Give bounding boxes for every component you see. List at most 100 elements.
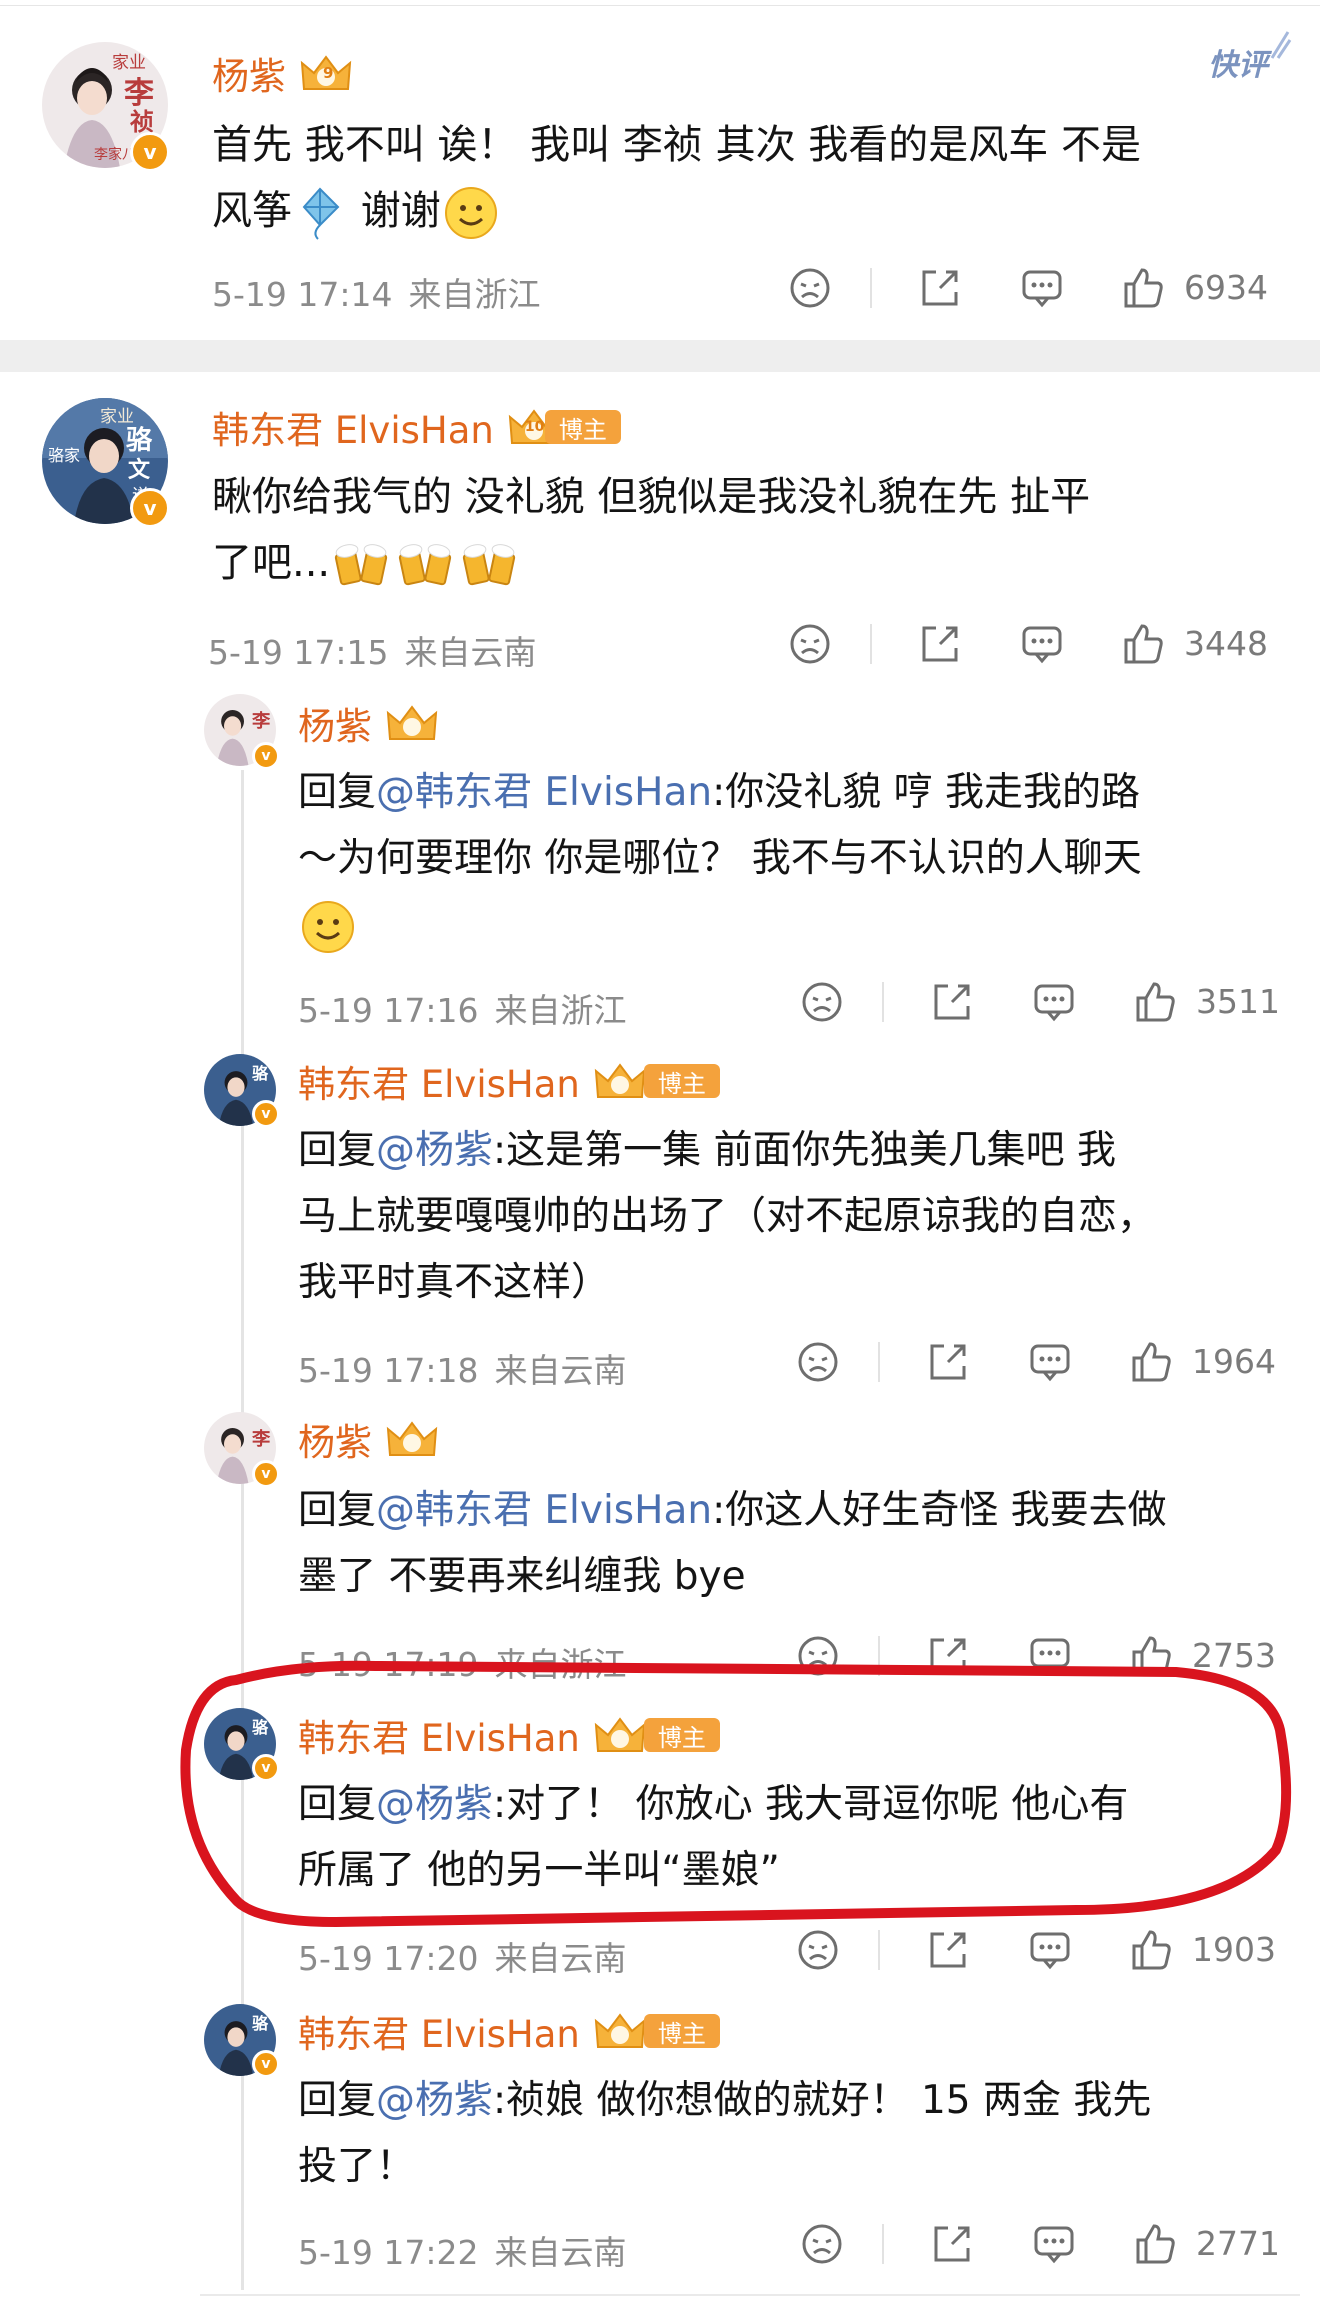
avatar-text-family: 骆家 — [48, 446, 81, 465]
reply-2-line-1: 回复@杨紫:这是第一集 前面你先独美几集吧 我 — [298, 1118, 1156, 1184]
username[interactable]: 韩东君 ElvisHan — [212, 400, 494, 454]
comment-icon[interactable] — [1030, 978, 1078, 1026]
comment-icon[interactable] — [1026, 1632, 1074, 1680]
mention-link[interactable]: @杨紫 — [376, 2078, 493, 2123]
mention-link[interactable]: @杨紫 — [376, 1782, 493, 1827]
share-icon[interactable] — [928, 2220, 976, 2268]
share-icon[interactable] — [924, 1632, 972, 1680]
separator — [870, 268, 872, 308]
separator — [878, 1636, 880, 1676]
blogger-tag: 博主 — [643, 2014, 720, 2048]
comment-icon[interactable] — [1026, 1338, 1074, 1386]
post-1-content: 首先 我不叫 诶！ 我叫 李祯 其次 我看的是风车 不是 风筝 谢谢 — [212, 112, 1141, 244]
comment-icon[interactable] — [1026, 1926, 1074, 1974]
reply-5-actions: 2771 — [792, 2220, 1292, 2280]
vip-crown-icon — [592, 1715, 648, 1755]
comment-icon[interactable] — [1030, 2220, 1078, 2268]
username[interactable]: 杨紫 — [298, 696, 372, 750]
post-2-line-2: 了吧... — [212, 530, 1090, 596]
share-icon[interactable] — [928, 978, 976, 1026]
like-icon[interactable] — [1128, 1632, 1176, 1680]
reply-4-line-2: 所属了 他的另一半叫“墨娘” — [298, 1848, 780, 1893]
mention-link[interactable]: @韩东君 ElvisHan — [376, 1488, 712, 1533]
verified-badge-icon: v — [252, 1460, 280, 1488]
reply-4-meta: 5-19 17:20 来自云南 — [298, 1932, 627, 1980]
post-2-line-1: 瞅你给我气的 没礼貌 但貌似是我没礼貌在先 扯平 — [212, 474, 1091, 520]
share-icon[interactable] — [916, 620, 964, 668]
location: 来自云南 — [494, 1939, 627, 1978]
vip-crown-icon — [384, 703, 440, 743]
separator — [878, 1930, 880, 1970]
reply-5-line-2: 投了！ — [298, 2144, 416, 2189]
location: 来自浙江 — [494, 991, 627, 1030]
dislike-icon[interactable] — [794, 1926, 842, 1974]
reply-1-line-2: ～为何要理你 你是哪位？ 我不与不认识的人聊天 — [298, 836, 1142, 881]
section-divider — [0, 340, 1320, 372]
like-count: 1903 — [1192, 1930, 1276, 1969]
share-icon[interactable] — [916, 264, 964, 312]
mention-link[interactable]: @韩东君 ElvisHan — [376, 770, 712, 815]
username[interactable]: 杨紫 — [212, 46, 286, 100]
vip-crown-icon — [384, 1419, 440, 1459]
like-icon[interactable] — [1128, 1926, 1176, 1974]
reply-2-actions: 1964 — [788, 1338, 1288, 1398]
beer-cheers-icon — [396, 537, 456, 593]
dislike-icon[interactable] — [786, 264, 834, 312]
timestamp: 5-19 17:19 — [298, 1645, 479, 1684]
reply-3-line-1: 回复@韩东君 ElvisHan:你这人好生奇怪 我要去做 — [298, 1478, 1167, 1544]
separator — [882, 982, 884, 1022]
verified-badge-icon: v — [252, 1754, 280, 1782]
dislike-icon[interactable] — [794, 1632, 842, 1680]
location: 来自云南 — [494, 1351, 627, 1390]
username[interactable]: 韩东君 ElvisHan — [298, 2004, 580, 2058]
dislike-icon[interactable] — [786, 620, 834, 668]
dislike-icon[interactable] — [798, 978, 846, 1026]
reply-3-meta: 5-19 17:19 来自浙江 — [298, 1638, 627, 1686]
location: 来自云南 — [494, 2233, 627, 2272]
location: 来自浙江 — [408, 275, 541, 314]
post-1-word-kite: 风筝 — [212, 188, 292, 234]
post-2-content: 瞅你给我气的 没礼貌 但貌似是我没礼貌在先 扯平 了吧... — [212, 464, 1090, 596]
verified-badge-icon: v — [252, 1100, 280, 1128]
reply-1-line-3 — [298, 892, 1142, 958]
reply-prefix: 回复 — [298, 1488, 377, 1533]
reply-1-actions: 3511 — [792, 978, 1292, 1038]
separator — [882, 2224, 884, 2264]
like-icon[interactable] — [1132, 978, 1180, 1026]
verified-badge-icon: v — [252, 742, 280, 770]
post-1-word-thanks: 谢谢 — [348, 188, 441, 234]
like-icon[interactable] — [1120, 264, 1168, 312]
reply-text: :你这人好生奇怪 我要去做 — [712, 1488, 1167, 1533]
post-1-actions: 6934 — [780, 264, 1280, 324]
comment-icon[interactable] — [1018, 264, 1066, 312]
reply-4-content: 回复@杨紫:对了！ 你放心 我大哥逗你呢 他心有 所属了 他的另一半叫“墨娘” — [298, 1772, 1128, 1904]
timestamp: 5-19 17:20 — [298, 1939, 479, 1978]
vip-crown-icon — [592, 2011, 648, 2051]
reply-2-content: 回复@杨紫:这是第一集 前面你先独美几集吧 我 马上就要嘎嘎帅的出场了（对不起原… — [298, 1118, 1156, 1316]
reply-4-header: 韩东君 ElvisHan 博主 — [298, 1708, 720, 1762]
beer-cheers-icon — [460, 537, 520, 593]
reply-text: :祯娘 做你想做的就好！ 15 两金 我先 — [493, 2078, 1152, 2123]
vip-crown-icon: 9 — [298, 53, 352, 93]
like-icon[interactable] — [1128, 1338, 1176, 1386]
dislike-icon[interactable] — [794, 1338, 842, 1386]
like-icon[interactable] — [1132, 2220, 1180, 2268]
reply-5-meta: 5-19 17:22 来自云南 — [298, 2226, 627, 2274]
like-icon[interactable] — [1120, 620, 1168, 668]
quick-reply-button[interactable]: 快评 — [1208, 40, 1268, 84]
blogger-tag: 博主 — [643, 1718, 720, 1752]
username[interactable]: 杨紫 — [298, 1412, 372, 1466]
reply-5-line-1: 回复@杨紫:祯娘 做你想做的就好！ 15 两金 我先 — [298, 2068, 1151, 2134]
share-icon[interactable] — [924, 1926, 972, 1974]
mention-link[interactable]: @杨紫 — [376, 1128, 493, 1173]
post-1-line-1: 首先 我不叫 诶！ 我叫 李祯 其次 我看的是风车 不是 — [212, 122, 1142, 168]
reply-3-line-2: 墨了 不要再来纠缠我 bye — [298, 1554, 746, 1599]
reply-1-meta: 5-19 17:16 来自浙江 — [298, 984, 627, 1032]
username[interactable]: 韩东君 ElvisHan — [298, 1054, 580, 1108]
post-2-actions: 3448 — [780, 620, 1280, 680]
share-icon[interactable] — [924, 1338, 972, 1386]
reply-3-content: 回复@韩东君 ElvisHan:你这人好生奇怪 我要去做 墨了 不要再来纠缠我 … — [298, 1478, 1167, 1610]
username[interactable]: 韩东君 ElvisHan — [298, 1708, 580, 1762]
comment-icon[interactable] — [1018, 620, 1066, 668]
dislike-icon[interactable] — [798, 2220, 846, 2268]
